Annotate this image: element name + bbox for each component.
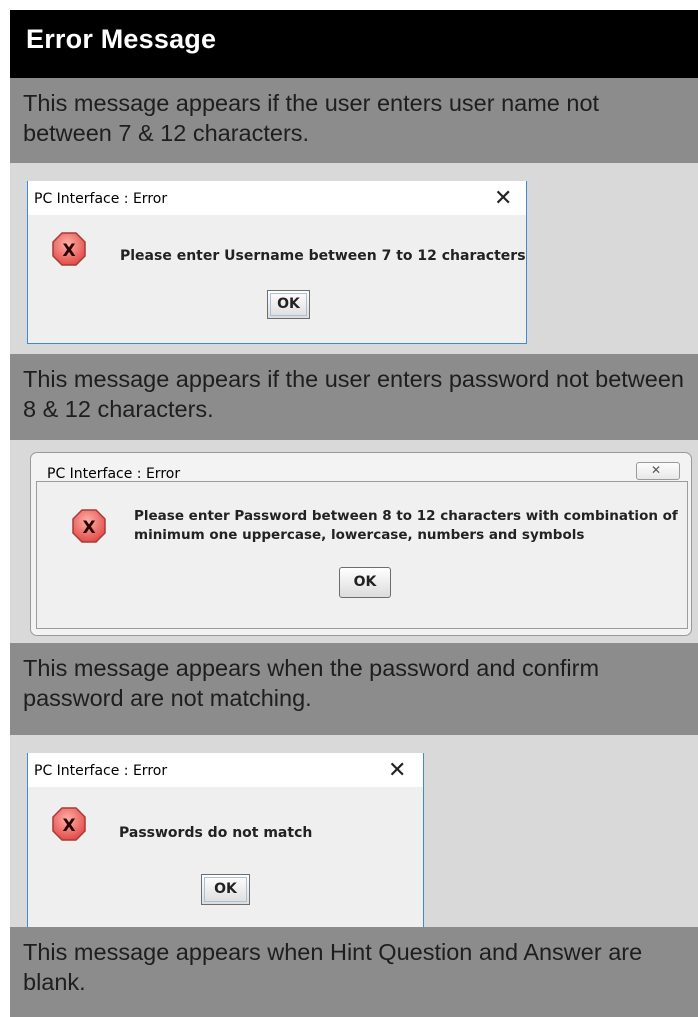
section-header: Error Message: [10, 10, 698, 78]
error-x-octagon-icon: X: [52, 807, 86, 841]
error-x-octagon-icon: X: [52, 232, 86, 266]
description-band: This message appears when the password a…: [10, 643, 698, 735]
description-text: This message appears when Hint Question …: [23, 939, 643, 995]
description-text: This message appears when the password a…: [23, 655, 600, 711]
error-x-octagon-icon: X: [72, 509, 106, 543]
description-text: This message appears if the user enters …: [23, 366, 684, 422]
dialog-title: PC Interface : Error: [34, 191, 168, 207]
svg-text:X: X: [82, 518, 95, 538]
description-band: This message appears if the user enters …: [10, 354, 698, 440]
dialog-message: Passwords do not match: [119, 825, 313, 841]
ok-button[interactable]: OK: [339, 567, 391, 598]
description-band: This message appears when Hint Question …: [10, 927, 698, 1017]
dialog-content-area: [36, 481, 688, 629]
ok-button[interactable]: OK: [267, 290, 310, 319]
dialog-message: Please enter Password between 8 to 12 ch…: [134, 508, 678, 543]
description-text: This message appears if the user enters …: [23, 90, 600, 146]
document-page: Error Message This message appears if th…: [10, 10, 698, 1017]
dialog-title: PC Interface : Error: [47, 466, 181, 482]
svg-text:X: X: [62, 241, 75, 261]
dialog-title: PC Interface : Error: [34, 763, 168, 779]
dialog-message: Please enter Username between 7 to 12 ch…: [120, 248, 526, 264]
ok-button-label: OK: [277, 296, 300, 312]
error-dialog-password-mismatch: PC Interface : Error ✕ X Passwords do no…: [27, 753, 424, 927]
close-icon[interactable]: ✕: [388, 760, 406, 782]
error-dialog-password: PC Interface : Error ✕ X Please enter Pa…: [30, 452, 692, 636]
close-button[interactable]: ✕: [636, 462, 680, 480]
page-title: Error Message: [26, 24, 217, 54]
close-icon: ✕: [651, 463, 662, 477]
ok-button[interactable]: OK: [201, 874, 250, 905]
error-dialog-username: PC Interface : Error ✕ X Please enter Us…: [27, 181, 527, 344]
close-icon[interactable]: ✕: [494, 188, 512, 210]
svg-text:X: X: [62, 816, 75, 836]
ok-button-label: OK: [214, 881, 237, 897]
description-band: This message appears if the user enters …: [10, 78, 698, 163]
ok-button-label: OK: [353, 574, 377, 590]
